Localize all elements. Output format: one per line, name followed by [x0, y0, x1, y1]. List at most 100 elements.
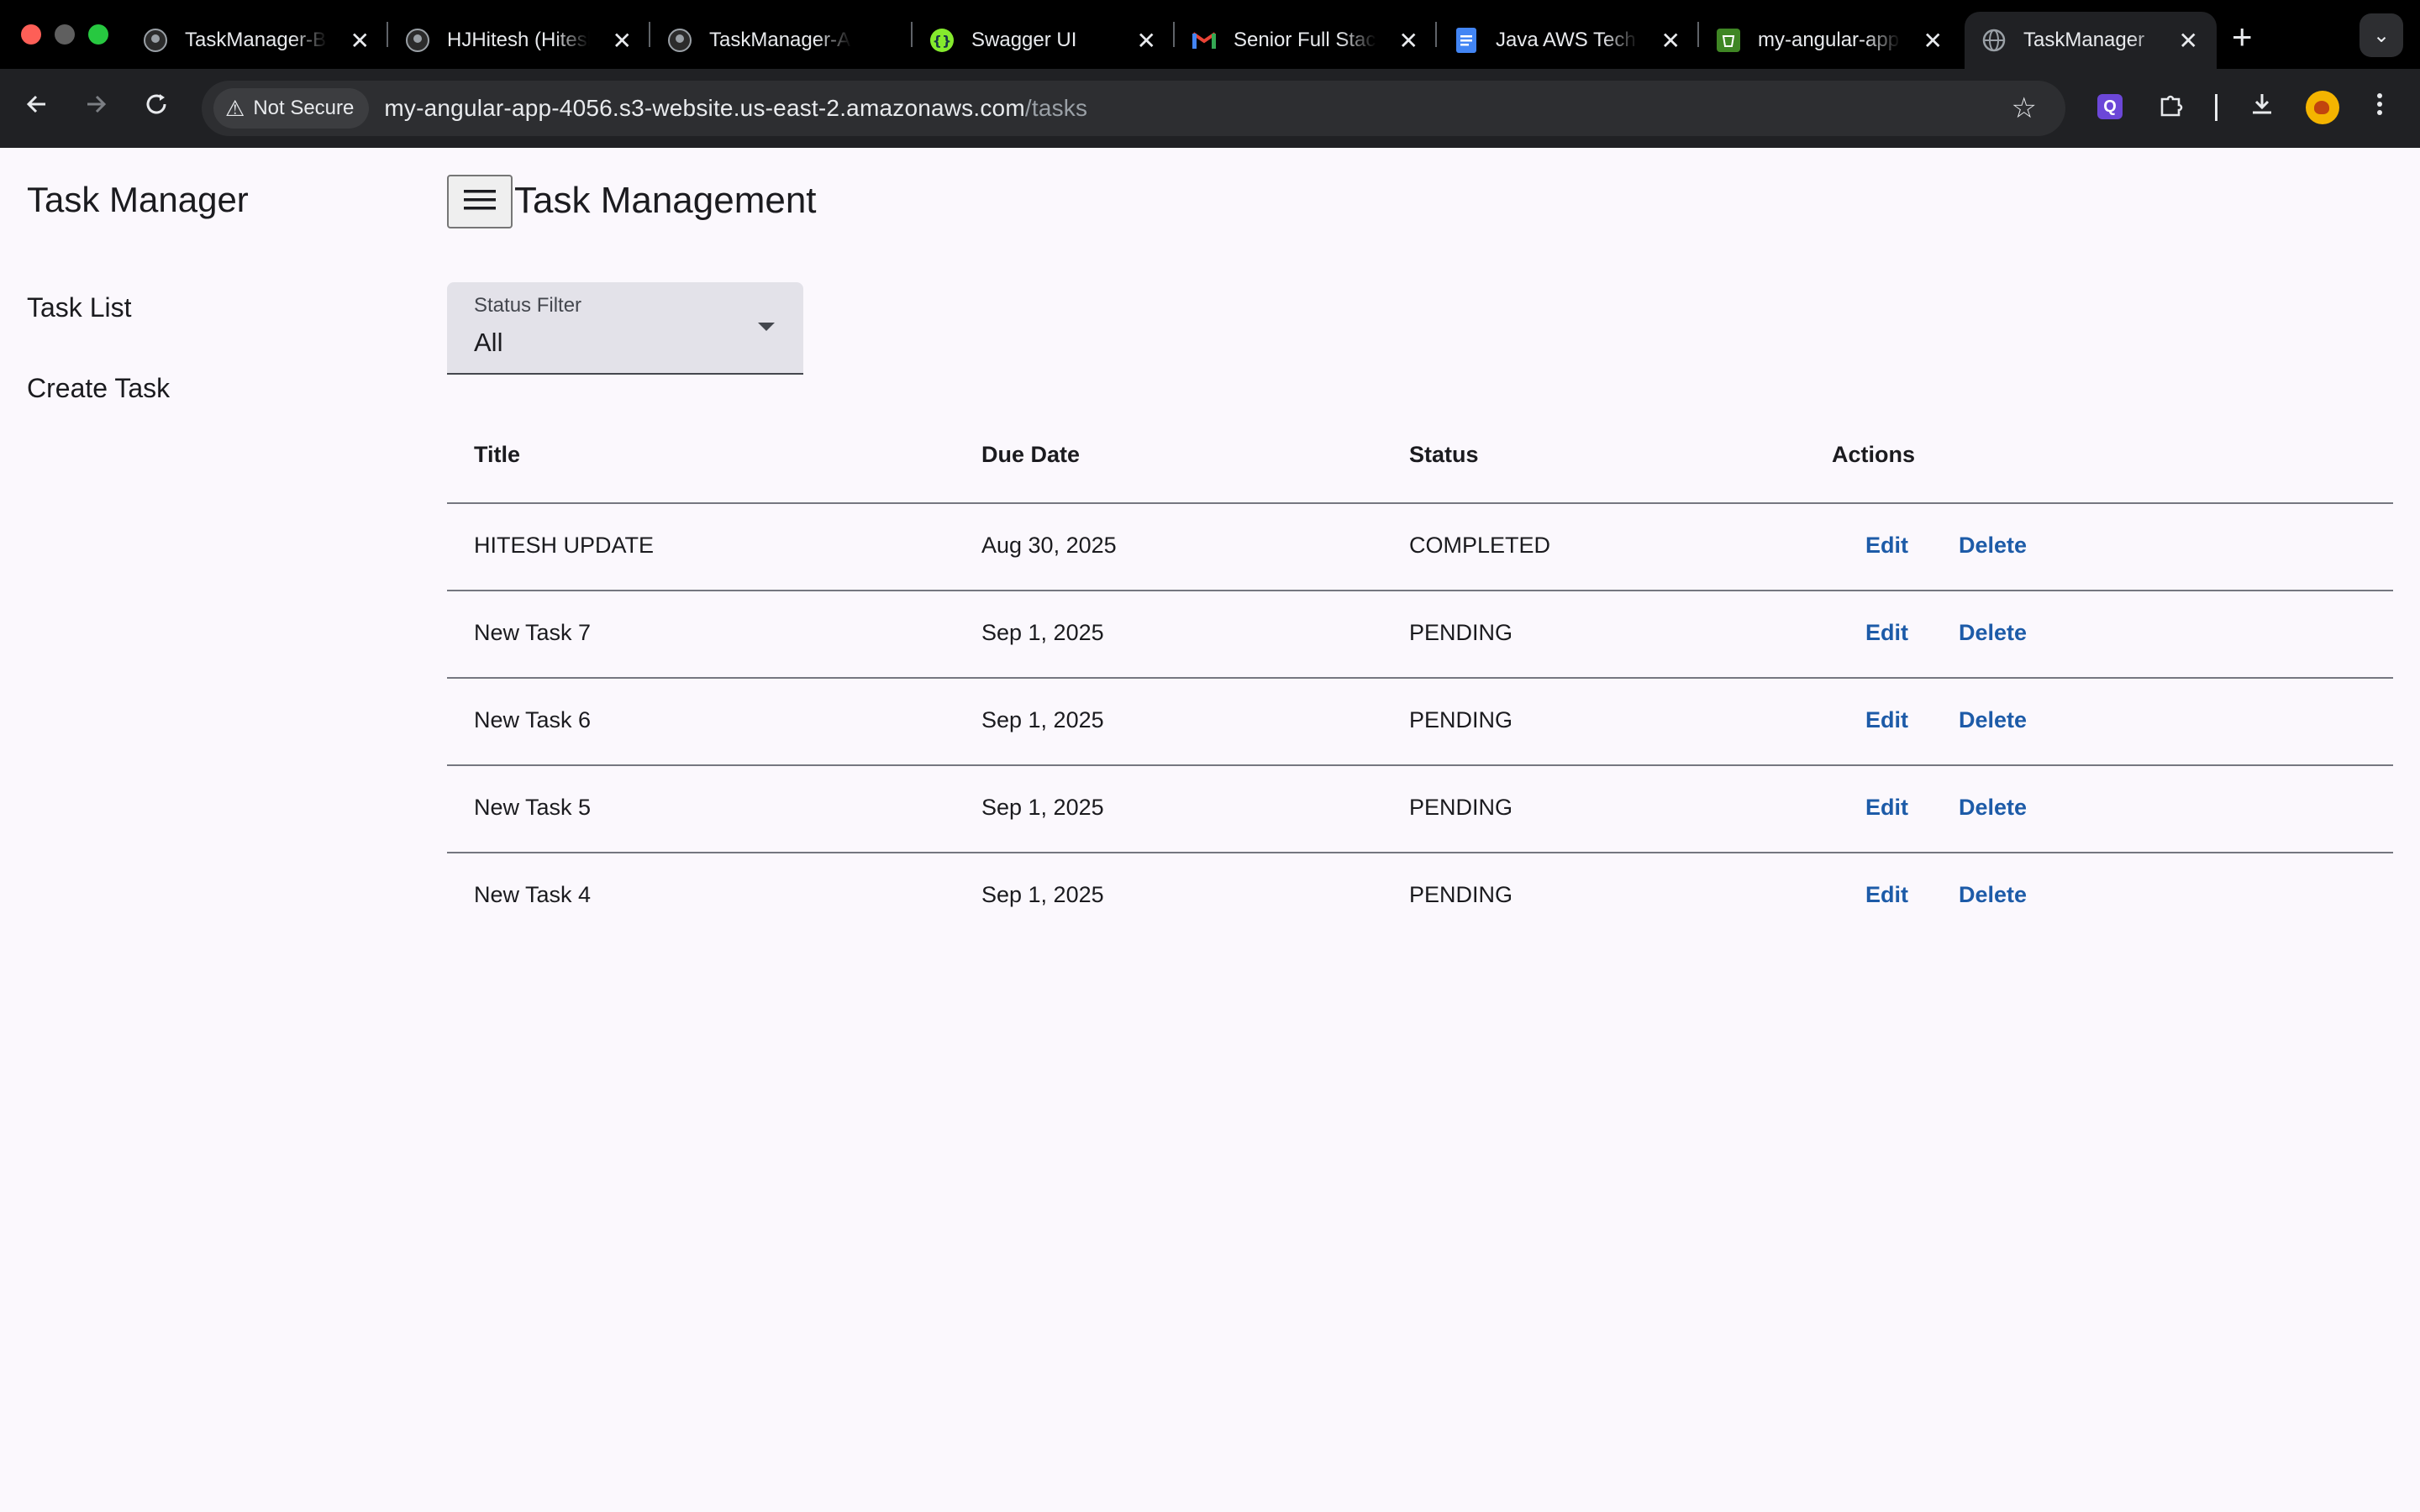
- browser-tab[interactable]: {} Swagger UI ✕: [913, 12, 1175, 69]
- delete-button[interactable]: Delete: [1959, 707, 2027, 733]
- close-tab-icon[interactable]: ✕: [1399, 27, 1418, 55]
- delete-button[interactable]: Delete: [1959, 533, 2027, 559]
- toolbar-divider: [2215, 94, 2217, 121]
- security-indicator[interactable]: ⚠ Not Secure: [213, 88, 370, 129]
- browser-tab[interactable]: my-angular-app ✕: [1699, 12, 1961, 69]
- edit-button[interactable]: Edit: [1865, 533, 1908, 559]
- task-status: COMPLETED: [1409, 533, 1551, 558]
- table-row: New Task 4 Sep 1, 2025 PENDING Edit Dele…: [447, 853, 2393, 939]
- browser-tab[interactable]: TaskManager-B ✕: [126, 12, 388, 69]
- edit-button[interactable]: Edit: [1865, 707, 1908, 733]
- delete-button[interactable]: Delete: [1959, 620, 2027, 646]
- github-icon: [667, 28, 692, 53]
- task-due-date: Sep 1, 2025: [981, 882, 1104, 907]
- url-path: /tasks: [1024, 95, 1088, 121]
- sidebar: [0, 148, 420, 1512]
- task-title: New Task 5: [474, 795, 592, 820]
- tab-title: my-angular-app: [1758, 29, 1900, 51]
- docs-icon: [1454, 28, 1479, 53]
- task-title: New Task 4: [474, 882, 592, 907]
- tab-title: TaskManager: [2023, 29, 2145, 51]
- task-due-date: Aug 30, 2025: [981, 533, 1117, 558]
- column-header-status: Status: [1409, 442, 1479, 467]
- status-filter-value: All: [474, 328, 503, 357]
- task-title: New Task 7: [474, 620, 592, 645]
- browser-tab[interactable]: HJHitesh (Hitesh ✕: [388, 12, 650, 69]
- tab-title: Java AWS Tech: [1496, 29, 1636, 51]
- tab-title: Swagger UI: [971, 29, 1077, 51]
- dropdown-arrow-icon: [758, 323, 775, 331]
- delete-button[interactable]: Delete: [1959, 882, 2027, 908]
- reload-icon[interactable]: [141, 89, 171, 127]
- minimize-window-button[interactable]: [55, 24, 75, 45]
- page-title: Task Management: [514, 180, 817, 221]
- sidebar-item-task-list[interactable]: Task List: [27, 292, 131, 323]
- column-header-title: Title: [474, 442, 521, 467]
- browser-tab[interactable]: Java AWS Tech ✕: [1437, 12, 1699, 69]
- table-row: HITESH UPDATE Aug 30, 2025 COMPLETED Edi…: [447, 504, 2393, 591]
- sidebar-item-create-task[interactable]: Create Task: [27, 373, 170, 404]
- more-menu-icon[interactable]: [2375, 89, 2385, 126]
- gmail-icon: [1192, 28, 1217, 53]
- close-window-button[interactable]: [21, 24, 41, 45]
- task-due-date: Sep 1, 2025: [981, 620, 1104, 645]
- delete-button[interactable]: Delete: [1959, 795, 2027, 821]
- tab-title: HJHitesh (Hitesh: [447, 29, 590, 51]
- swagger-icon: {}: [929, 28, 955, 53]
- column-header-actions: Actions: [1832, 442, 1916, 467]
- table-row: New Task 5 Sep 1, 2025 PENDING Edit Dele…: [447, 766, 2393, 853]
- globe-icon: [1981, 28, 2007, 53]
- bookmark-star-icon[interactable]: ☆: [2012, 92, 2037, 125]
- new-tab-plus-icon[interactable]: +: [2232, 17, 2253, 57]
- table-row: New Task 7 Sep 1, 2025 PENDING Edit Dele…: [447, 591, 2393, 679]
- tab-title: TaskManager-A: [709, 29, 851, 51]
- browser-tab[interactable]: Senior Full Stack ✕: [1175, 12, 1437, 69]
- task-status: PENDING: [1409, 882, 1513, 907]
- task-status: PENDING: [1409, 707, 1513, 732]
- extensions-puzzle-icon[interactable]: [2156, 89, 2186, 126]
- column-header-due-date: Due Date: [981, 442, 1081, 467]
- status-filter-select[interactable]: Status Filter All: [447, 282, 803, 375]
- close-tab-icon[interactable]: ✕: [1137, 27, 1156, 55]
- task-status: PENDING: [1409, 620, 1513, 645]
- profile-avatar[interactable]: [2306, 91, 2339, 124]
- back-arrow-icon[interactable]: [22, 89, 52, 127]
- table-header-row: Title Due Date Status Actions: [447, 412, 2393, 504]
- task-title: New Task 6: [474, 707, 592, 732]
- task-due-date: Sep 1, 2025: [981, 795, 1104, 820]
- github-icon: [143, 28, 168, 53]
- github-icon: [405, 28, 430, 53]
- app-title: Task Manager: [27, 180, 249, 219]
- browser-tab-active[interactable]: TaskManager ✕: [1965, 12, 2217, 69]
- tab-title: TaskManager-B: [185, 29, 327, 51]
- edit-button[interactable]: Edit: [1865, 620, 1908, 646]
- menu-toggle-button[interactable]: [447, 175, 513, 228]
- hamburger-menu-icon: [464, 188, 496, 216]
- close-tab-icon[interactable]: ✕: [350, 27, 370, 55]
- s3-icon: [1716, 28, 1741, 53]
- download-icon[interactable]: [2247, 89, 2277, 126]
- close-tab-icon[interactable]: ✕: [2179, 27, 2198, 55]
- task-title: HITESH UPDATE: [474, 533, 655, 558]
- tab-search-chevron-icon[interactable]: ⌄: [2360, 13, 2403, 57]
- security-label: Not Secure: [253, 97, 355, 119]
- url-text[interactable]: my-angular-app-4056.s3-website.us-east-2…: [384, 95, 1087, 122]
- tab-title: Senior Full Stack: [1234, 29, 1376, 51]
- forward-arrow-icon[interactable]: [81, 89, 111, 127]
- extension-q-icon[interactable]: Q: [2097, 94, 2123, 119]
- close-tab-icon[interactable]: ✕: [1661, 27, 1681, 55]
- address-bar[interactable]: ⚠ Not Secure my-angular-app-4056.s3-webs…: [202, 81, 2065, 136]
- url-host: my-angular-app-4056.s3-website.us-east-2…: [384, 95, 1025, 121]
- table-row: New Task 6 Sep 1, 2025 PENDING Edit Dele…: [447, 679, 2393, 766]
- maximize-window-button[interactable]: [88, 24, 108, 45]
- edit-button[interactable]: Edit: [1865, 795, 1908, 821]
- status-filter-label: Status Filter: [474, 294, 582, 317]
- close-tab-icon[interactable]: ✕: [1923, 27, 1943, 55]
- svg-text:{}: {}: [933, 33, 952, 49]
- task-status: PENDING: [1409, 795, 1513, 820]
- edit-button[interactable]: Edit: [1865, 882, 1908, 908]
- browser-tab[interactable]: TaskManager-A: [650, 12, 913, 69]
- close-tab-icon[interactable]: ✕: [613, 27, 632, 55]
- task-due-date: Sep 1, 2025: [981, 707, 1104, 732]
- browser-tab-strip: TaskManager-B ✕ HJHitesh (Hitesh ✕ TaskM…: [0, 0, 2420, 69]
